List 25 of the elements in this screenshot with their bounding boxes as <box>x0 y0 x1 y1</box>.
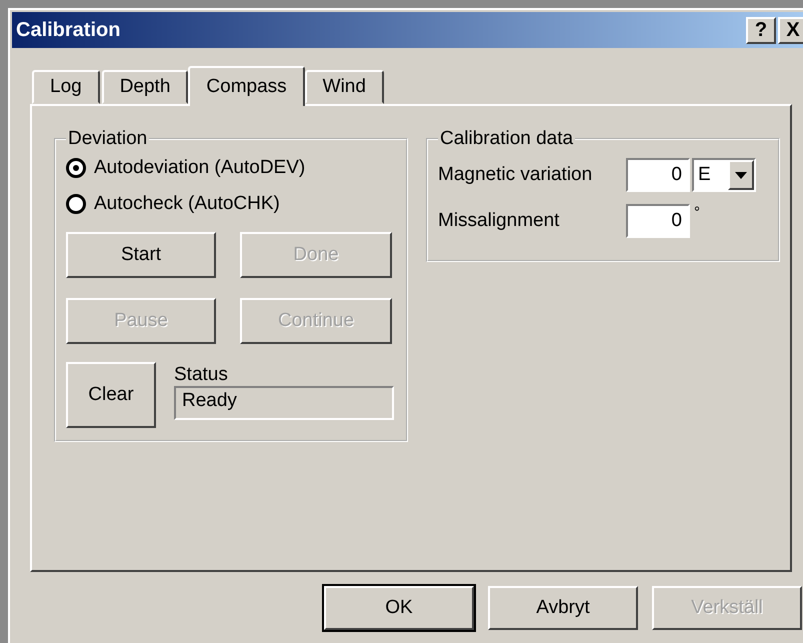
field-label: Magnetic variation <box>438 164 594 186</box>
tab[interactable]: Log <box>32 70 100 104</box>
tab[interactable]: Wind <box>304 70 384 104</box>
clear-button[interactable]: Clear <box>66 362 156 428</box>
group-title: Deviation <box>67 128 148 150</box>
radio-label: Autocheck (AutoCHK) <box>94 193 280 215</box>
help-button[interactable]: ? <box>746 16 776 44</box>
status-field: Ready <box>174 386 394 420</box>
radio-label: Autodeviation (AutoDEV) <box>94 157 306 179</box>
direction-dropdown[interactable]: E <box>692 158 756 192</box>
tab[interactable]: Depth <box>102 70 188 104</box>
unit-label: ° <box>694 204 700 221</box>
input-field[interactable]: 0 <box>626 204 690 238</box>
tab[interactable]: Compass <box>188 66 305 106</box>
window-title: Calibration <box>16 18 120 42</box>
dialog-button[interactable]: OK <box>324 586 474 630</box>
status-label: Status <box>174 364 229 386</box>
group-title: Calibration data <box>439 128 574 150</box>
close-button[interactable]: X <box>778 16 803 44</box>
field-label: Missalignment <box>438 210 560 232</box>
radio-option[interactable]: Autodeviation (AutoDEV) <box>66 150 396 186</box>
input-field[interactable]: 0 <box>626 158 690 192</box>
radio-option[interactable]: Autocheck (AutoCHK) <box>66 186 396 222</box>
action-button[interactable]: Start <box>66 232 216 278</box>
dialog-button[interactable]: Avbryt <box>488 586 638 630</box>
